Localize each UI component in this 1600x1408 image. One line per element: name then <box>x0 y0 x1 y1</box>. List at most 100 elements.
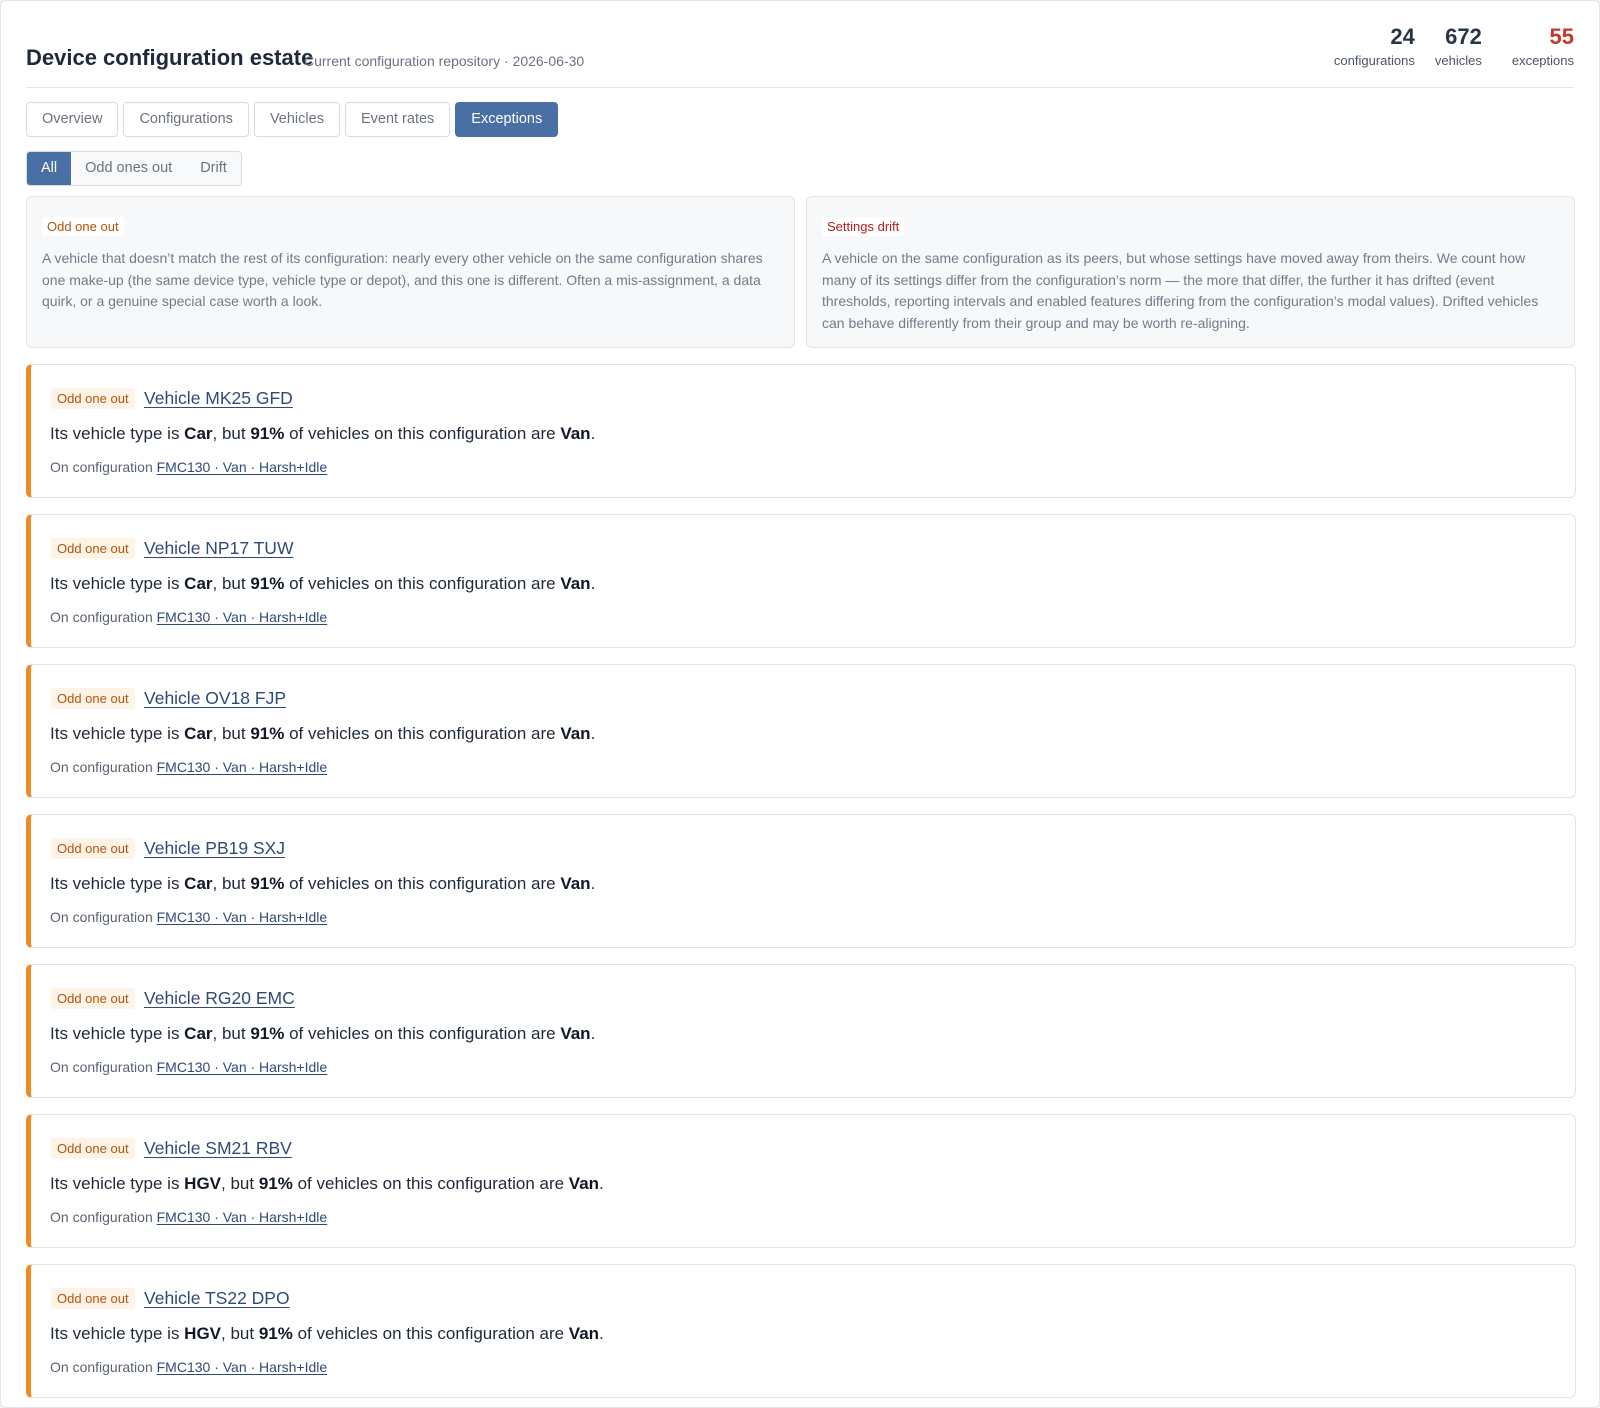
configuration-line: On configuration FMC130 · Van · Harsh+Id… <box>50 609 327 625</box>
on-configuration-label: On configuration <box>50 1209 157 1225</box>
stat-value: 24 <box>1390 24 1415 49</box>
majority-percent: 91% <box>258 1324 293 1343</box>
tab-configurations[interactable]: Configurations <box>123 102 249 137</box>
exception-card: Odd one out Vehicle NP17 TUW Its vehicle… <box>26 514 1576 648</box>
sentence-mid: of vehicles on this configuration are <box>284 574 561 593</box>
vehicle-link[interactable]: Vehicle OV18 FJP <box>144 688 286 709</box>
vehicle-link[interactable]: Vehicle PB19 SXJ <box>144 838 285 859</box>
majority-percent: 91% <box>250 424 285 443</box>
filter-drift[interactable]: Drift <box>186 152 241 185</box>
info-card-odd-one-out: Odd one out A vehicle that doesn’t match… <box>26 196 795 348</box>
stat-value: 55 <box>1549 24 1574 49</box>
vehicle-type: Car <box>184 574 213 593</box>
configuration-line: On configuration FMC130 · Van · Harsh+Id… <box>50 1359 327 1375</box>
summary-stats: 24 configurations 672 vehicles 55 except… <box>1334 23 1574 68</box>
exception-sentence: Its vehicle type is Car, but 91% of vehi… <box>50 1024 595 1044</box>
majority-percent: 91% <box>250 874 285 893</box>
configuration-link[interactable]: FMC130 · Van · Harsh+Idle <box>157 1359 328 1375</box>
sentence-end: . <box>599 1174 604 1193</box>
exception-card: Odd one out Vehicle SM21 RBV Its vehicle… <box>26 1114 1576 1248</box>
configuration-link[interactable]: FMC130 · Van · Harsh+Idle <box>157 1059 328 1075</box>
majority-type: Van <box>560 574 591 593</box>
vehicle-type: Car <box>184 874 213 893</box>
configuration-line: On configuration FMC130 · Van · Harsh+Id… <box>50 909 327 925</box>
vehicle-link[interactable]: Vehicle NP17 TUW <box>144 538 293 559</box>
majority-type: Van <box>560 874 591 893</box>
exception-card: Odd one out Vehicle RG20 EMC Its vehicle… <box>26 964 1576 1098</box>
sentence-prefix: Its vehicle type is <box>50 1174 185 1193</box>
page-header: Device configuration estate Current conf… <box>26 1 1574 88</box>
stat-value: 672 <box>1445 24 1482 49</box>
majority-percent: 91% <box>250 724 285 743</box>
on-configuration-label: On configuration <box>50 459 157 475</box>
sentence-mid: of vehicles on this configuration are <box>284 724 561 743</box>
main-tabs: Overview Configurations Vehicles Event r… <box>26 102 559 137</box>
odd-one-out-tag: Odd one out <box>42 217 124 236</box>
exception-card: Odd one out Vehicle PB19 SXJ Its vehicle… <box>26 814 1576 948</box>
majority-type: Van <box>560 724 591 743</box>
configuration-line: On configuration FMC130 · Van · Harsh+Id… <box>50 459 327 475</box>
majority-percent: 91% <box>250 1024 285 1043</box>
odd-one-out-badge: Odd one out <box>51 688 135 709</box>
configuration-link[interactable]: FMC130 · Van · Harsh+Idle <box>157 909 328 925</box>
sentence-end: . <box>599 1324 604 1343</box>
configuration-line: On configuration FMC130 · Van · Harsh+Id… <box>50 759 327 775</box>
sentence-mid: , but <box>221 1174 259 1193</box>
configuration-link[interactable]: FMC130 · Van · Harsh+Idle <box>157 759 328 775</box>
exception-card: Odd one out Vehicle OV18 FJP Its vehicle… <box>26 664 1576 798</box>
filter-odd-ones-out[interactable]: Odd ones out <box>71 152 186 185</box>
exception-sentence: Its vehicle type is Car, but 91% of vehi… <box>50 574 595 594</box>
majority-percent: 91% <box>258 1174 293 1193</box>
settings-drift-description: A vehicle on the same configuration as i… <box>822 250 1539 331</box>
on-configuration-label: On configuration <box>50 909 157 925</box>
exception-filter: All Odd ones out Drift <box>26 151 242 186</box>
exception-sentence: Its vehicle type is Car, but 91% of vehi… <box>50 424 595 444</box>
page-subtitle: Current configuration repository · 2026-… <box>304 53 585 69</box>
majority-percent: 91% <box>250 574 285 593</box>
sentence-mid: , but <box>212 424 251 443</box>
majority-type: Van <box>568 1174 600 1193</box>
configuration-link[interactable]: FMC130 · Van · Harsh+Idle <box>157 459 328 475</box>
stat-label: exceptions <box>1511 53 1574 68</box>
odd-one-out-badge: Odd one out <box>51 1138 135 1159</box>
sentence-end: . <box>590 1024 596 1043</box>
configuration-line: On configuration FMC130 · Van · Harsh+Id… <box>50 1059 327 1075</box>
vehicle-link[interactable]: Vehicle TS22 DPO <box>144 1288 290 1309</box>
tab-exceptions[interactable]: Exceptions <box>455 102 559 137</box>
exception-sentence: Its vehicle type is Car, but 91% of vehi… <box>50 874 595 894</box>
info-card-settings-drift: Settings drift A vehicle on the same con… <box>806 196 1575 348</box>
majority-type: Van <box>560 424 591 443</box>
sentence-prefix: Its vehicle type is <box>50 574 185 593</box>
odd-one-out-badge: Odd one out <box>51 838 135 859</box>
sentence-prefix: Its vehicle type is <box>50 874 185 893</box>
sentence-prefix: Its vehicle type is <box>50 724 185 743</box>
tab-overview[interactable]: Overview <box>26 102 119 137</box>
on-configuration-label: On configuration <box>50 609 157 625</box>
sentence-mid: , but <box>221 1324 259 1343</box>
tab-event-rates[interactable]: Event rates <box>344 102 451 137</box>
vehicle-type: Car <box>184 1024 213 1043</box>
on-configuration-label: On configuration <box>50 1359 157 1375</box>
sentence-end: . <box>590 424 596 443</box>
settings-drift-tag: Settings drift <box>822 217 905 236</box>
on-configuration-label: On configuration <box>50 1059 157 1075</box>
majority-type: Van <box>568 1324 600 1343</box>
configuration-link[interactable]: FMC130 · Van · Harsh+Idle <box>157 1209 328 1225</box>
configuration-link[interactable]: FMC130 · Van · Harsh+Idle <box>157 609 328 625</box>
sentence-prefix: Its vehicle type is <box>50 1324 185 1343</box>
stat-exceptions: 55 exceptions <box>1512 23 1574 68</box>
odd-one-out-description: A vehicle that doesn’t match the rest of… <box>42 250 763 309</box>
filter-all[interactable]: All <box>27 152 72 185</box>
vehicle-link[interactable]: Vehicle SM21 RBV <box>144 1138 292 1159</box>
tab-vehicles[interactable]: Vehicles <box>253 102 340 137</box>
app-window: Device configuration estate Current conf… <box>0 0 1600 1408</box>
odd-one-out-badge: Odd one out <box>51 388 135 409</box>
vehicle-link[interactable]: Vehicle RG20 EMC <box>144 988 295 1009</box>
odd-one-out-badge: Odd one out <box>51 988 135 1009</box>
page-title: Device configuration estate <box>26 45 314 70</box>
exception-sentence: Its vehicle type is HGV, but 91% of vehi… <box>50 1174 604 1194</box>
sentence-mid: of vehicles on this configuration are <box>284 1024 561 1043</box>
vehicle-link[interactable]: Vehicle MK25 GFD <box>144 388 293 409</box>
sentence-mid: , but <box>212 1024 251 1043</box>
sentence-mid: , but <box>212 574 251 593</box>
